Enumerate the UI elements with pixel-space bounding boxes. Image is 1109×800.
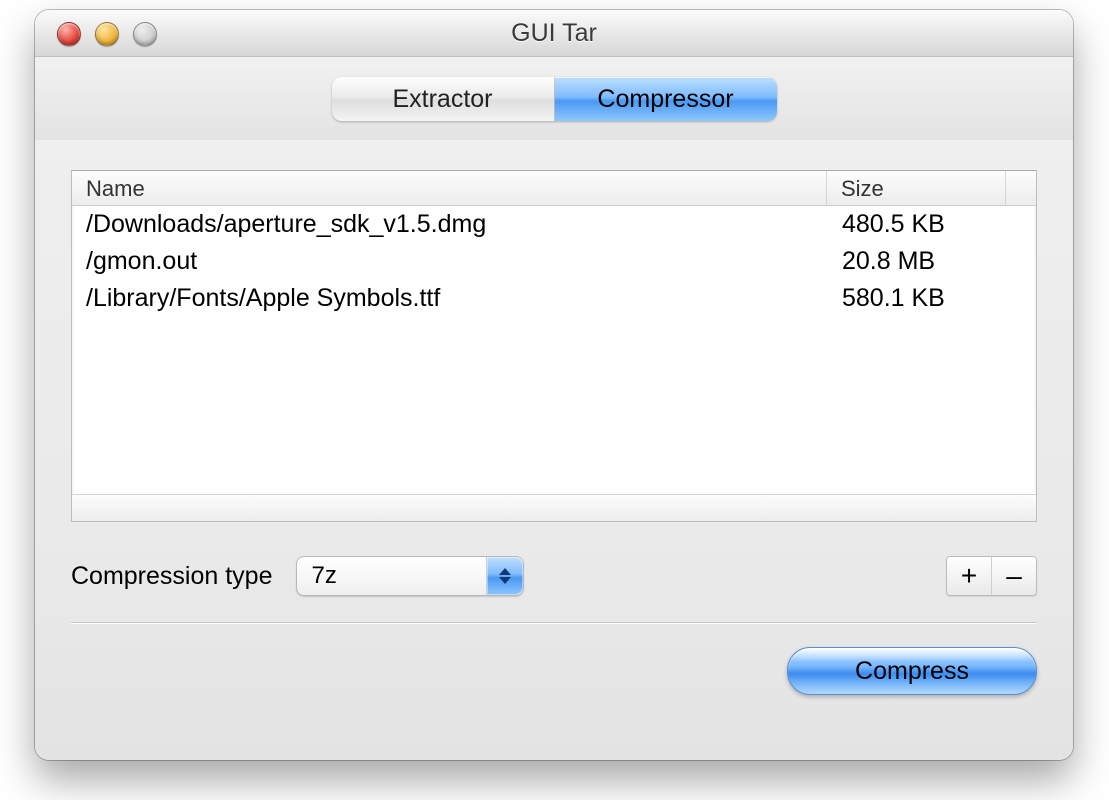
file-table: Name Size /Downloads/aperture_sdk_v1.5.d… xyxy=(71,170,1037,522)
cell-size: 20.8 MB xyxy=(828,247,1036,276)
table-row[interactable]: /gmon.out20.8 MB xyxy=(72,243,1036,280)
separator xyxy=(71,622,1037,623)
window-title: GUI Tar xyxy=(511,19,597,48)
cell-size: 480.5 KB xyxy=(828,210,1036,239)
table-status-bar xyxy=(72,494,1036,521)
action-row: Compress xyxy=(71,647,1037,695)
select-arrows-icon xyxy=(486,557,523,595)
tab-compressor-label: Compressor xyxy=(597,85,733,114)
compression-type-value: 7z xyxy=(297,562,486,590)
table-header: Name Size xyxy=(72,171,1036,206)
add-file-button[interactable]: + xyxy=(947,557,991,595)
compress-button-label: Compress xyxy=(855,657,969,686)
table-row[interactable]: /Library/Fonts/Apple Symbols.ttf580.1 KB xyxy=(72,280,1036,317)
compress-button[interactable]: Compress xyxy=(787,647,1037,695)
controls-row: Compression type 7z + – xyxy=(71,556,1037,596)
compression-type-select[interactable]: 7z xyxy=(296,556,524,596)
traffic-lights xyxy=(57,22,157,46)
minimize-button-icon[interactable] xyxy=(95,22,119,46)
zoom-button-icon[interactable] xyxy=(133,22,157,46)
plus-icon: + xyxy=(961,562,977,590)
col-spacer xyxy=(1006,171,1036,205)
table-body[interactable]: /Downloads/aperture_sdk_v1.5.dmg480.5 KB… xyxy=(72,206,1036,494)
titlebar: GUI Tar xyxy=(35,10,1073,57)
tab-extractor-label: Extractor xyxy=(392,85,492,114)
add-remove-group: + – xyxy=(946,556,1037,596)
table-row[interactable]: /Downloads/aperture_sdk_v1.5.dmg480.5 KB xyxy=(72,206,1036,243)
tab-bar: Extractor Compressor xyxy=(35,57,1073,142)
minus-icon: – xyxy=(1006,562,1022,590)
tab-compressor[interactable]: Compressor xyxy=(555,77,777,121)
cell-name: /Library/Fonts/Apple Symbols.ttf xyxy=(72,284,828,313)
tab-extractor[interactable]: Extractor xyxy=(332,77,555,121)
col-name-header[interactable]: Name xyxy=(72,171,827,205)
cell-name: /Downloads/aperture_sdk_v1.5.dmg xyxy=(72,210,828,239)
content-area: Name Size /Downloads/aperture_sdk_v1.5.d… xyxy=(35,140,1073,760)
app-window: GUI Tar Extractor Compressor Name Size /… xyxy=(35,10,1073,760)
close-button-icon[interactable] xyxy=(57,22,81,46)
cell-name: /gmon.out xyxy=(72,247,828,276)
col-size-header[interactable]: Size xyxy=(827,171,1006,205)
segmented-control: Extractor Compressor xyxy=(332,77,777,121)
remove-file-button[interactable]: – xyxy=(991,557,1036,595)
compression-type-label: Compression type xyxy=(71,562,272,591)
cell-size: 580.1 KB xyxy=(828,284,1036,313)
